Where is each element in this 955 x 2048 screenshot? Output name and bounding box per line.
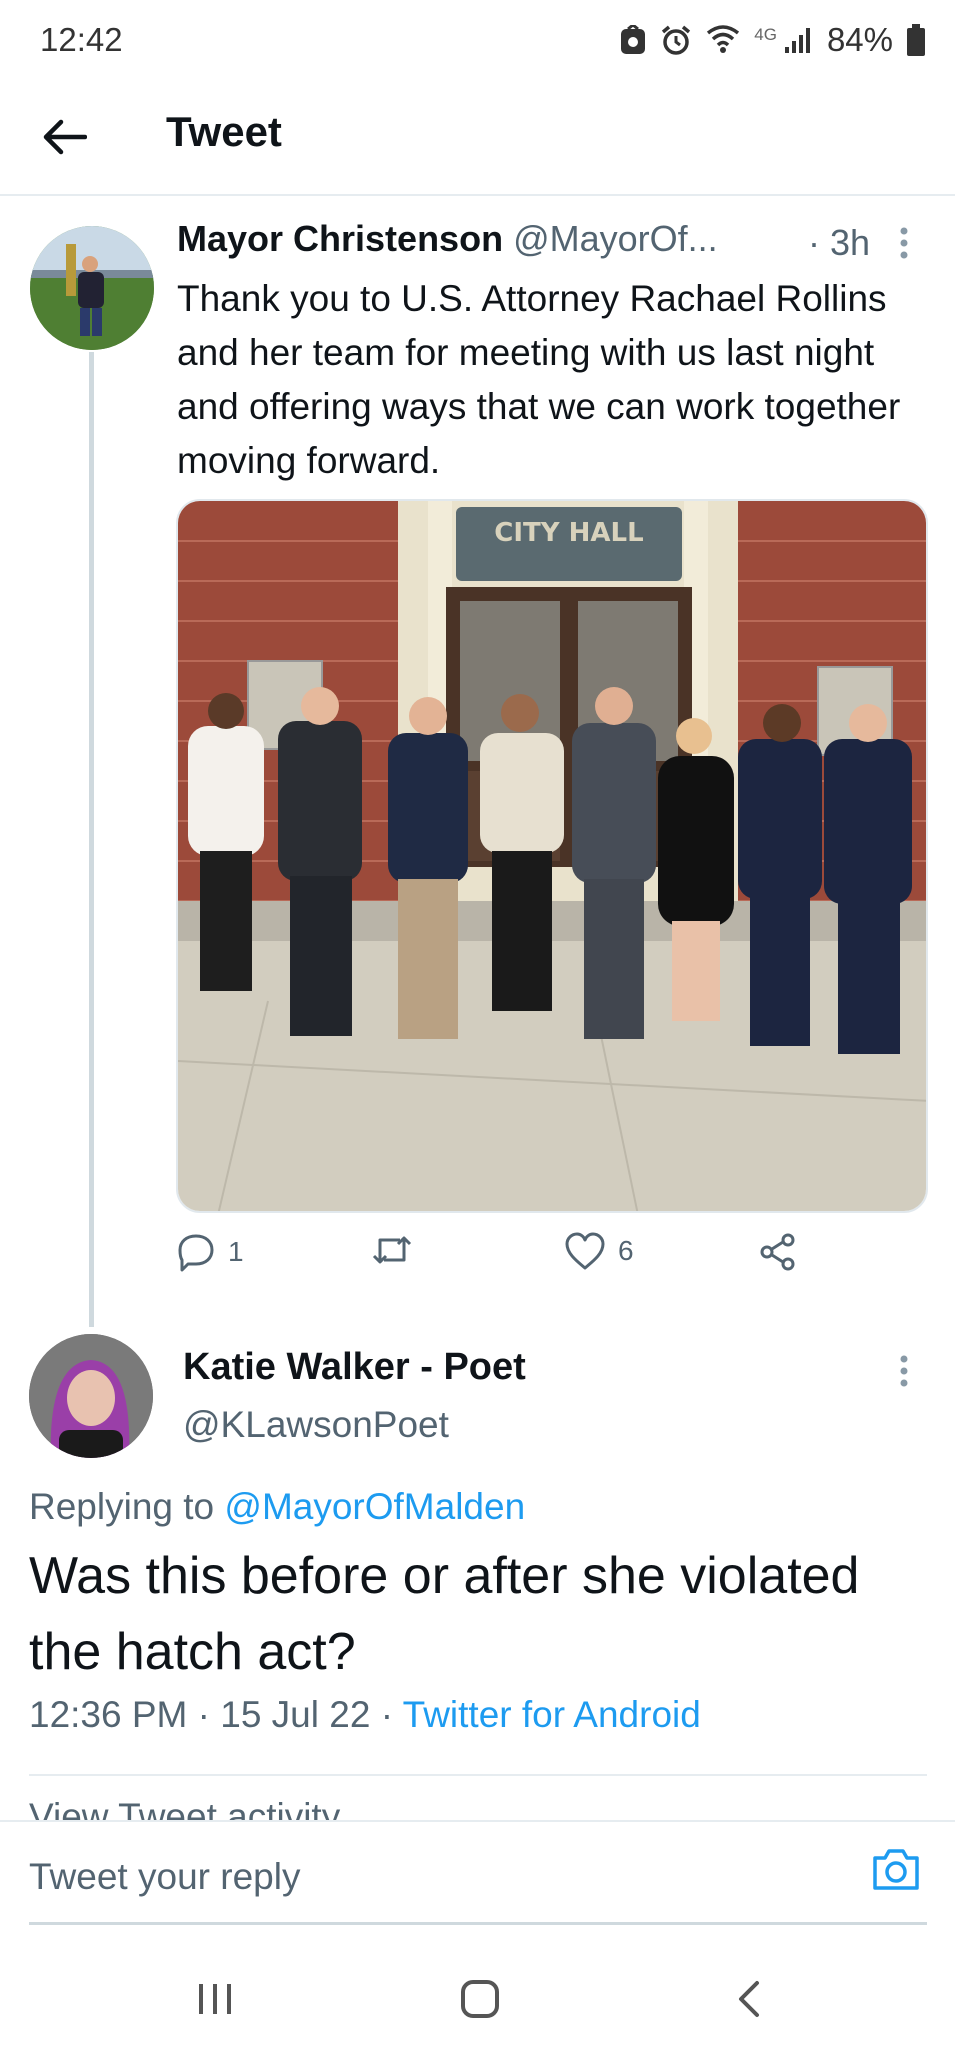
share-action[interactable] xyxy=(758,1232,798,1272)
home-icon xyxy=(461,1980,499,2018)
reply-author-avatar[interactable] xyxy=(29,1334,153,1458)
reply-input[interactable]: Tweet your reply xyxy=(29,1856,300,1898)
camera-icon xyxy=(873,1849,919,1890)
tweet-actions: 1 6 xyxy=(176,1232,816,1288)
smart-lock-icon xyxy=(620,25,646,55)
like-count: 6 xyxy=(618,1235,634,1266)
city-hall-sign: CITY HALL xyxy=(494,518,643,548)
like-action[interactable]: 6 xyxy=(564,1232,634,1270)
author-avatar[interactable] xyxy=(30,226,154,350)
signal-icon xyxy=(783,25,813,55)
reply-icon xyxy=(178,1234,214,1272)
reply-text: Was this before or after she violated th… xyxy=(29,1547,860,1681)
status-time: 12:42 xyxy=(40,21,123,58)
tweet-text: Thank you to U.S. Attorney Rachael Rolli… xyxy=(177,278,901,481)
chevron-left-icon xyxy=(739,1981,759,2017)
more-vertical-icon xyxy=(900,227,908,259)
tweet-activity-link[interactable]: View Tweet activity xyxy=(29,1798,927,1820)
page-title: Tweet xyxy=(166,108,282,155)
status-bar: 12:42 4G 84% xyxy=(0,0,955,80)
reply-author-handle[interactable]: @KLawsonPoet xyxy=(183,1404,449,1446)
retweet-action[interactable] xyxy=(370,1232,426,1268)
wifi-icon xyxy=(706,23,740,57)
replying-to-prefix: Replying to xyxy=(29,1486,215,1527)
tweet-author-name[interactable]: Mayor Christenson xyxy=(177,218,503,259)
tweet-author-handle[interactable]: @MayorOf... xyxy=(513,218,718,259)
reply-compose-bar: Tweet your reply xyxy=(0,1820,955,1926)
compose-underline xyxy=(29,1922,927,1925)
heart-icon xyxy=(565,1232,605,1270)
arrow-left-icon xyxy=(43,119,87,155)
tweet-activity-label: View Tweet activity xyxy=(29,1798,341,1820)
reply-more-options-button[interactable] xyxy=(898,1354,910,1393)
recent-apps-button[interactable] xyxy=(190,1974,240,2024)
more-options-button[interactable] xyxy=(898,226,910,265)
app-header: Tweet xyxy=(0,80,955,196)
retweet-icon xyxy=(372,1236,412,1264)
replying-to-mention[interactable]: @MayorOfMalden xyxy=(224,1486,525,1527)
tweet-photo[interactable]: CITY HALL xyxy=(176,499,928,1213)
reply-count: 1 xyxy=(228,1236,244,1267)
thread-connector xyxy=(89,352,94,1327)
reply-source-link[interactable]: Twitter for Android xyxy=(403,1694,701,1735)
system-back-button[interactable] xyxy=(724,1974,774,2024)
home-button[interactable] xyxy=(455,1974,505,2024)
tweet-time: · 3h xyxy=(808,222,871,263)
divider xyxy=(29,1774,927,1776)
reply-action[interactable]: 1 xyxy=(176,1232,244,1272)
reply-timestamp: 12:36 PM · 15 Jul 22 · xyxy=(29,1694,403,1735)
replying-to-line: Replying to @MayorOfMalden xyxy=(29,1486,525,1528)
status-icons: 4G 84% xyxy=(620,21,925,59)
reply-author-name[interactable]: Katie Walker - Poet xyxy=(183,1346,526,1389)
reply-metadata: 12:36 PM · 15 Jul 22 · Twitter for Andro… xyxy=(29,1694,701,1736)
battery-icon xyxy=(907,24,925,56)
battery-percentage: 84% xyxy=(826,21,893,58)
share-icon xyxy=(760,1233,795,1271)
system-nav-bar xyxy=(0,1926,955,2048)
more-vertical-icon xyxy=(900,1355,908,1387)
camera-button[interactable] xyxy=(871,1846,925,1900)
network-label: 4G xyxy=(754,25,777,44)
recent-apps-icon xyxy=(199,1984,231,2014)
alarm-icon xyxy=(660,24,692,56)
back-button[interactable] xyxy=(40,112,90,162)
